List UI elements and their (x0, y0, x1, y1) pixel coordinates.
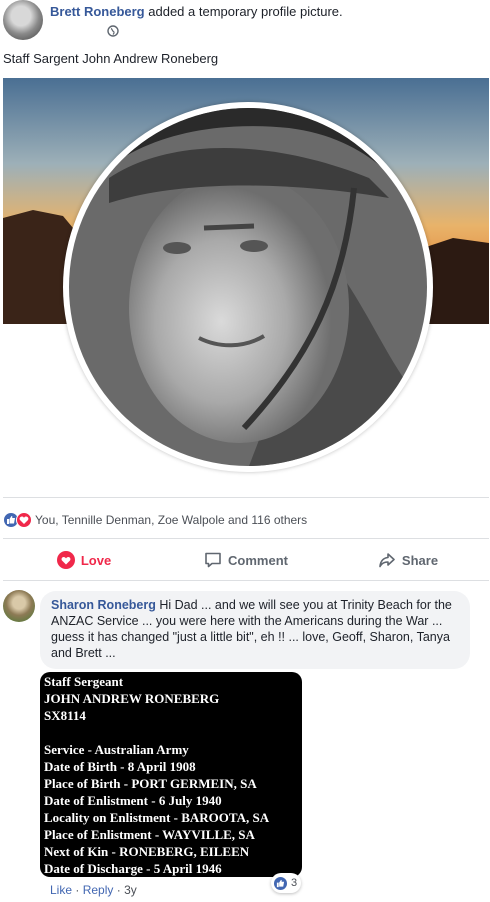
card-line: Place of Birth - PORT GERMEIN, SA (44, 776, 257, 791)
card-line: Service - Australian Army (44, 742, 189, 757)
author-name-link[interactable]: Brett Roneberg (50, 4, 145, 19)
like-reaction-icon (273, 875, 288, 891)
comment-reply-link[interactable]: Reply (83, 883, 114, 897)
love-button[interactable]: Love (3, 540, 165, 580)
comment-bubble: Sharon Roneberg Hi Dad ... and we will s… (40, 591, 470, 669)
share-button[interactable]: Share (327, 540, 489, 580)
love-reaction-icon (16, 512, 32, 528)
share-button-label: Share (401, 552, 439, 568)
share-icon (379, 553, 395, 568)
commenter-name-link[interactable]: Sharon Roneberg (51, 598, 156, 612)
profile-picture-frame (63, 102, 433, 472)
profile-picture-image[interactable] (3, 78, 489, 498)
love-button-label: Love (80, 552, 112, 568)
separator: · (75, 883, 80, 897)
reactions-summary-text[interactable]: You, Tennille Denman, Zoe Walpole and 11… (35, 513, 307, 527)
card-line: Date of Enlistment - 6 July 1940 (44, 793, 222, 808)
comment-attachment-image[interactable]: Staff Sergeant JOHN ANDREW RONEBERG SX81… (40, 672, 302, 877)
card-line: Date of Birth - 8 April 1908 (44, 759, 196, 774)
card-line: Next of Kin - RONEBERG, EILEEN (44, 844, 250, 859)
post-caption: Staff Sargent John Andrew Roneberg (3, 51, 219, 66)
separator: · (116, 883, 121, 897)
post-header: Brett Roneberg added a temporary profile… (0, 0, 490, 44)
comment-like-link[interactable]: Like (50, 883, 72, 897)
card-line: Date of Discharge - 5 April 1946 (44, 861, 222, 876)
post-action-text: added a temporary profile picture. (148, 4, 343, 19)
post-meta (107, 24, 119, 42)
post-header-line: Brett Roneberg added a temporary profile… (50, 4, 343, 19)
author-avatar[interactable] (3, 0, 43, 40)
divider (3, 538, 489, 539)
love-icon (56, 551, 75, 569)
comment-footer: Like · Reply · 3y (50, 883, 137, 897)
card-line: Place of Enlistment - WAYVILLE, SA (44, 827, 255, 842)
comment-timestamp[interactable]: 3y (124, 883, 137, 897)
card-line: SX8114 (44, 708, 86, 723)
card-line: Locality on Enlistment - BAROOTA, SA (44, 810, 270, 825)
commenter-avatar[interactable] (3, 590, 35, 622)
globe-icon[interactable] (107, 25, 119, 37)
comment-reaction-count[interactable]: 3 (271, 873, 302, 893)
comment-button-label: Comment (228, 552, 288, 568)
divider (3, 580, 489, 581)
post-action-bar: Love Comment Share (3, 540, 489, 580)
card-line: Staff Sergeant (44, 674, 124, 689)
comment-icon (205, 552, 221, 568)
comment-like-count: 3 (291, 877, 298, 889)
reactions-summary[interactable]: You, Tennille Denman, Zoe Walpole and 11… (3, 511, 307, 529)
comment-button[interactable]: Comment (165, 540, 327, 580)
soldier-portrait-image (69, 108, 427, 466)
card-line: JOHN ANDREW RONEBERG (44, 691, 220, 706)
